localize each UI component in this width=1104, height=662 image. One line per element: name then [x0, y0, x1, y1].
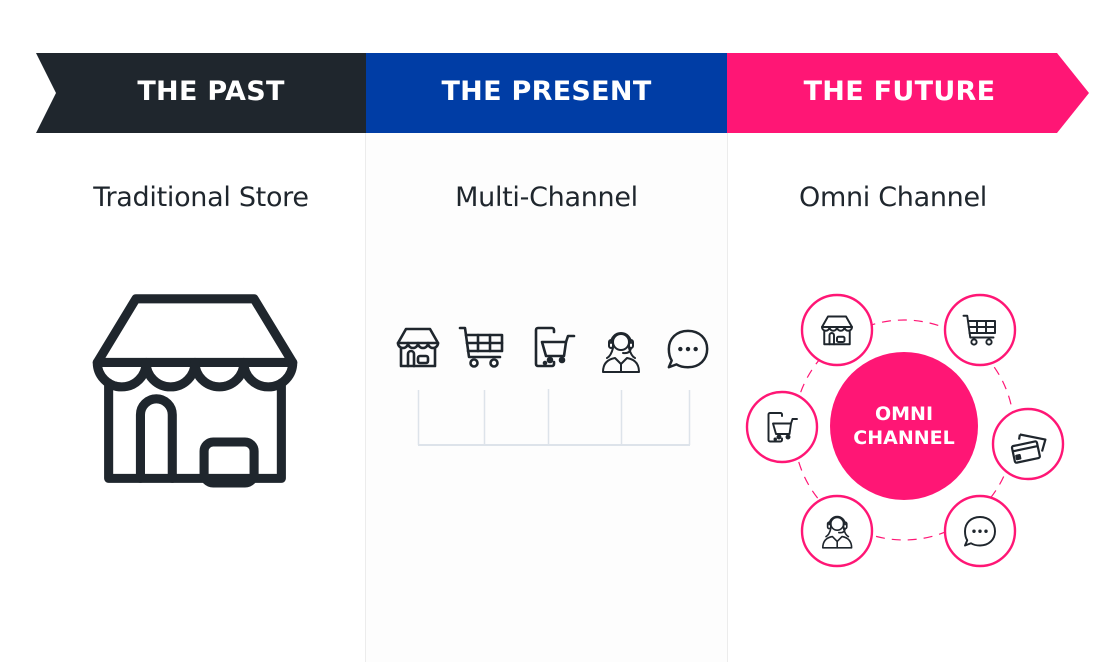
shopping-cart-icon: [458, 326, 504, 368]
column-title-omni-channel: Omni Channel: [799, 182, 987, 213]
center-label-line1: OMNI: [874, 403, 934, 425]
banner-past-label: THE PAST: [137, 76, 285, 107]
storefront-icon: [396, 327, 440, 368]
satellite-agent-circle: [800, 494, 874, 568]
support-agent-icon: [602, 332, 640, 373]
center-label-line2: CHANNEL: [853, 427, 955, 449]
channel-connector-lines: [417, 389, 691, 446]
omni-channel-center-label: OMNI CHANNEL: [830, 352, 978, 500]
mobile-shopping-icon: [534, 326, 576, 368]
satellite-mobile-circle: [745, 390, 819, 464]
chat-bubble-icon: [667, 329, 709, 369]
column-title-multi-channel: Multi-Channel: [455, 182, 638, 213]
column-title-traditional-store: Traditional Store: [93, 182, 309, 213]
banner-future-label: THE FUTURE: [803, 76, 996, 107]
banner-present-label: THE PRESENT: [441, 76, 652, 107]
storefront-icon: [92, 294, 298, 488]
